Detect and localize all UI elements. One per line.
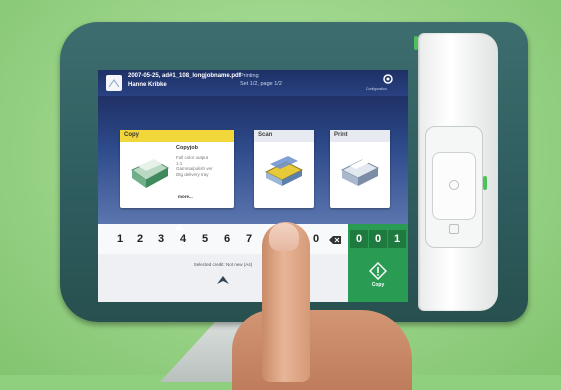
start-icon[interactable] <box>369 262 387 280</box>
footer-area: Selected credit: Not new (A4) <box>98 254 348 302</box>
hand <box>232 310 412 390</box>
key-5[interactable]: 5 <box>195 230 215 248</box>
scan-card-title: Scan <box>254 130 314 142</box>
selection-pointer <box>174 224 184 230</box>
counter-digit-3[interactable]: 1 <box>388 230 406 248</box>
copy-card-title: Copy <box>120 130 234 142</box>
key-3[interactable]: 3 <box>151 230 171 248</box>
copy-job-details: Copyjob Full color output 1:1 Gamma/poli… <box>176 145 213 177</box>
job-status-bar: 2007-05-25, ad#1_108_longjobname.pdf Han… <box>98 70 408 96</box>
backspace-icon[interactable] <box>329 236 341 244</box>
status-indicator <box>483 176 487 190</box>
up-arrow-icon[interactable] <box>217 276 229 284</box>
home-button[interactable] <box>449 180 459 190</box>
printer-icon <box>340 159 380 186</box>
scanner-icon <box>264 156 304 186</box>
gear-icon[interactable] <box>381 73 395 85</box>
copy-setting-4: Dtg delivery tray <box>176 171 209 177</box>
copy-setting-1: Full color output <box>176 155 209 160</box>
touch-screen: 2007-05-25, ad#1_108_longjobname.pdf Han… <box>98 70 408 302</box>
copier-icon <box>131 159 170 188</box>
file-name: 2007-05-25, ad#1_108_longjobname.pdf <box>128 73 241 79</box>
user-name: Hanne Kribke <box>128 82 167 88</box>
key-4[interactable]: 4 <box>173 230 193 248</box>
copy-setting-3: Gamma/polish ver <box>176 166 213 171</box>
copy-start-zone: 0 0 1 Copy <box>348 224 408 302</box>
power-indicator <box>414 36 418 50</box>
selected-credit: Selected credit: Not new (A4) <box>193 262 253 267</box>
status-label: Printing <box>240 73 259 79</box>
print-card[interactable]: Print <box>330 130 390 208</box>
settings-label: Configuration <box>366 87 387 91</box>
key-1[interactable]: 1 <box>110 230 130 248</box>
key-6[interactable]: 6 <box>217 230 237 248</box>
counter-digit-2[interactable]: 0 <box>369 230 387 248</box>
document-icon <box>106 75 122 91</box>
scan-card[interactable]: Scan <box>254 130 314 208</box>
copy-start-button[interactable]: Copy <box>348 282 408 288</box>
key-2[interactable]: 2 <box>130 230 150 248</box>
counter-digit-1[interactable]: 0 <box>350 230 368 248</box>
print-card-title: Print <box>330 130 390 142</box>
more-link[interactable]: more... <box>178 194 193 199</box>
key-7[interactable]: 7 <box>239 230 259 248</box>
status-detail: Set 1/2, page 1/2 <box>240 81 282 87</box>
function-area: Copy Copyjob Full color output 1:1 Gamma… <box>98 96 408 224</box>
lock-button[interactable] <box>449 224 459 234</box>
copy-card[interactable]: Copy Copyjob Full color output 1:1 Gamma… <box>120 130 234 208</box>
fingernail <box>269 223 299 251</box>
